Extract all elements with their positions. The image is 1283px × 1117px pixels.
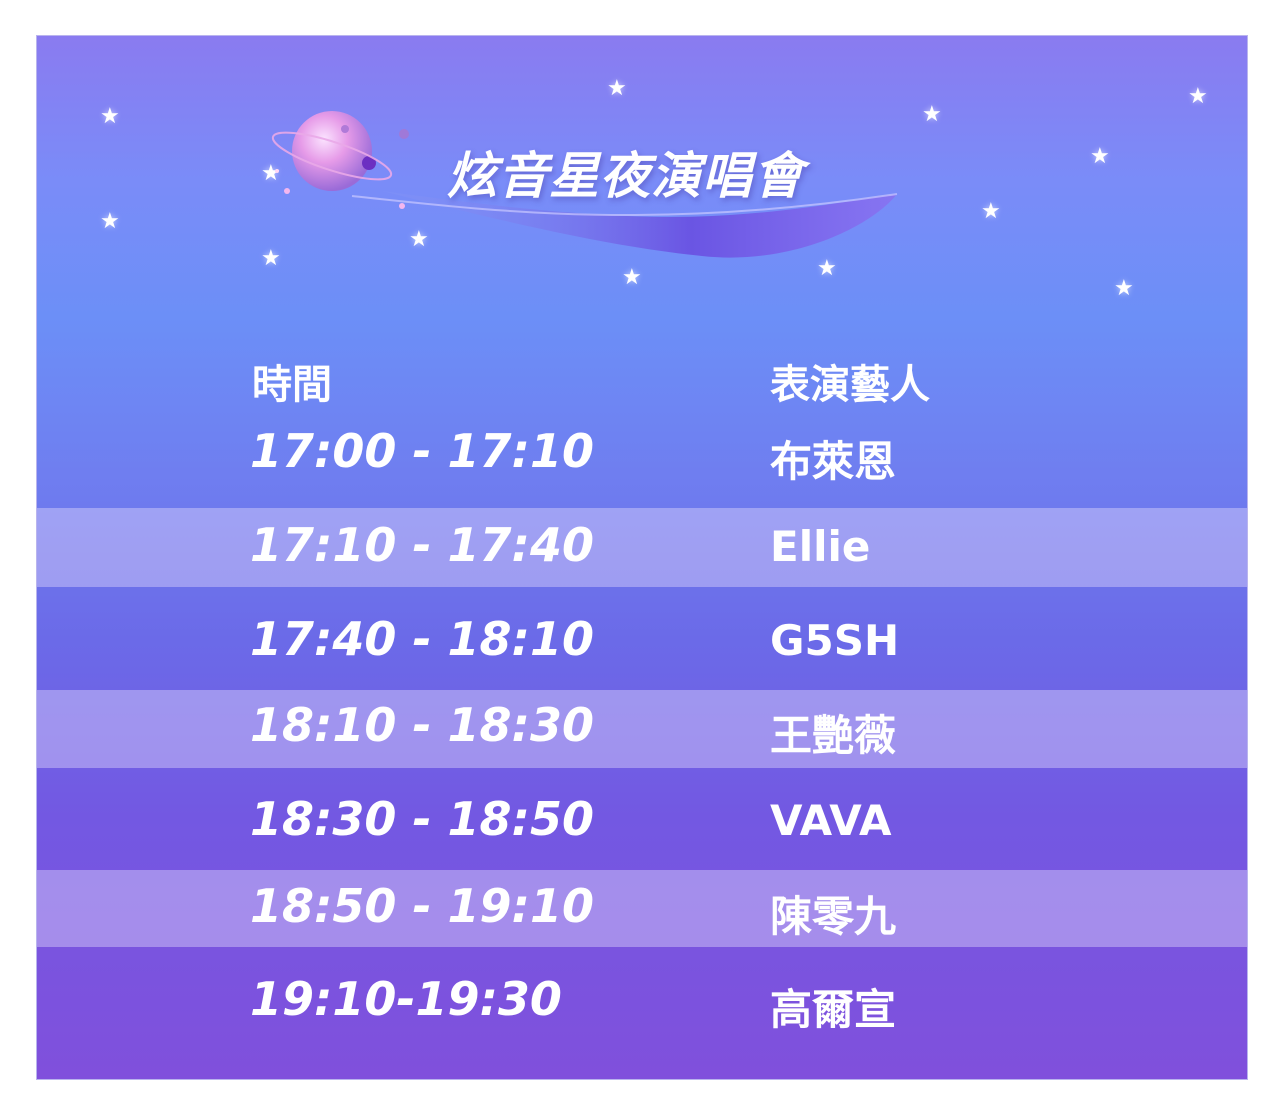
row-artist: 陳零九: [770, 892, 897, 941]
row-time: 18:10 - 18:30: [250, 698, 594, 752]
row-time: 18:50 - 19:10: [250, 879, 594, 933]
row-time: 17:00 - 17:10: [250, 424, 594, 478]
star-icon: ★: [922, 102, 942, 127]
row-artist: 高爾宣: [770, 985, 897, 1034]
row-artist: G5SH: [770, 616, 900, 665]
star-icon: ★: [981, 199, 1001, 224]
row-band: [37, 508, 1247, 587]
row-artist: Ellie: [770, 522, 871, 571]
row-artist: VAVA: [770, 796, 892, 845]
row-time: 19:10-19:30: [250, 972, 562, 1026]
star-icon: ★: [1090, 144, 1110, 169]
time-column-header: 時間: [252, 362, 332, 408]
row-time: 18:30 - 18:50: [250, 792, 594, 846]
star-icon: ★: [100, 209, 120, 234]
row-band: [37, 690, 1247, 768]
row-time: 17:40 - 18:10: [250, 612, 594, 666]
row-artist: 王艷薇: [770, 711, 897, 760]
row-band: [37, 870, 1247, 947]
event-title: 炫音星夜演唱會: [447, 147, 804, 205]
star-icon: ★: [1188, 84, 1208, 109]
star-icon: ★: [100, 104, 120, 129]
schedule-card: ★ ★ ★ ★ ★ ★ ★ ★ ★ ★ ★ ★ ★ 炫音星夜演唱會 時間 表演藝…: [37, 36, 1247, 1079]
row-time: 17:10 - 17:40: [250, 518, 594, 572]
star-icon: ★: [1114, 276, 1134, 301]
artist-column-header: 表演藝人: [770, 362, 930, 408]
row-artist: 布萊恩: [770, 437, 897, 486]
